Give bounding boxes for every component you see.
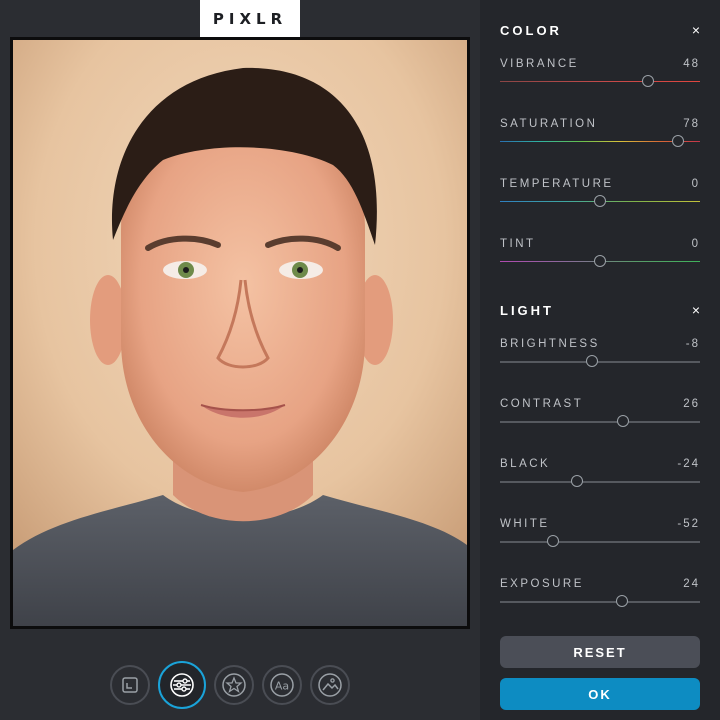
tint-slider[interactable]: TINT 0 (500, 238, 700, 278)
temperature-handle[interactable] (594, 195, 606, 207)
crop-icon (122, 677, 138, 693)
saturation-handle[interactable] (672, 135, 684, 147)
saturation-value: 78 (683, 118, 700, 130)
contrast-track[interactable] (500, 421, 700, 423)
temperature-label: TEMPERATURE (500, 178, 614, 190)
color-section-title: COLOR (500, 22, 562, 38)
contrast-slider[interactable]: CONTRAST 26 (500, 398, 700, 438)
saturation-track[interactable] (500, 141, 700, 142)
ok-button[interactable]: OK (500, 678, 700, 710)
tint-handle[interactable] (594, 255, 606, 267)
exposure-handle[interactable] (616, 595, 628, 607)
saturation-slider[interactable]: SATURATION 78 (500, 118, 700, 158)
brightness-label: BRIGHTNESS (500, 338, 600, 350)
pixlr-logo: PIXLR (200, 0, 300, 38)
contrast-label: CONTRAST (500, 398, 584, 410)
white-label: WHITE (500, 518, 550, 530)
text-icon: Aa (270, 673, 294, 697)
tool-bar: Aa (110, 660, 350, 712)
text-tool-button[interactable]: Aa (262, 665, 302, 705)
contrast-value: 26 (683, 398, 700, 410)
exposure-value: 24 (683, 578, 700, 590)
black-track[interactable] (500, 481, 700, 483)
tint-value: 0 (691, 238, 700, 250)
light-close-icon[interactable]: × (692, 302, 700, 318)
portrait-photo (13, 40, 467, 626)
white-track[interactable] (500, 541, 700, 543)
vibrance-slider[interactable]: VIBRANCE 48 (500, 58, 700, 98)
color-close-icon[interactable]: × (692, 22, 700, 38)
temperature-slider[interactable]: TEMPERATURE 0 (500, 178, 700, 218)
brightness-slider[interactable]: BRIGHTNESS -8 (500, 338, 700, 378)
color-section-header: COLOR × (500, 20, 700, 40)
vibrance-value: 48 (683, 58, 700, 70)
exposure-label: EXPOSURE (500, 578, 584, 590)
image-icon (318, 673, 342, 697)
brightness-track[interactable] (500, 361, 700, 363)
exposure-slider[interactable]: EXPOSURE 24 (500, 578, 700, 618)
saturation-label: SATURATION (500, 118, 598, 130)
exposure-track[interactable] (500, 601, 700, 603)
vibrance-handle[interactable] (642, 75, 654, 87)
light-section-title: LIGHT (500, 302, 554, 318)
sliders-icon (170, 673, 194, 697)
svg-text:Aa: Aa (275, 680, 289, 693)
vibrance-label: VIBRANCE (500, 58, 579, 70)
effects-tool-button[interactable] (214, 665, 254, 705)
white-slider[interactable]: WHITE -52 (500, 518, 700, 558)
adjust-panel: COLOR × VIBRANCE 48 SATURATION 78 TEMPER… (480, 0, 720, 720)
overlay-tool-button[interactable] (310, 665, 350, 705)
editor-canvas-area: PIXLR Aa (0, 0, 480, 720)
crop-tool-button[interactable] (110, 665, 150, 705)
star-icon (222, 673, 246, 697)
tint-label: TINT (500, 238, 536, 250)
light-section-header: LIGHT × (500, 300, 700, 320)
black-label: BLACK (500, 458, 551, 470)
temperature-value: 0 (691, 178, 700, 190)
reset-button[interactable]: RESET (500, 636, 700, 668)
black-handle[interactable] (571, 475, 583, 487)
white-handle[interactable] (547, 535, 559, 547)
brightness-handle[interactable] (586, 355, 598, 367)
contrast-handle[interactable] (617, 415, 629, 427)
black-value: -24 (677, 458, 700, 470)
photo-canvas[interactable] (10, 37, 470, 629)
vibrance-track[interactable] (500, 81, 700, 82)
brightness-value: -8 (685, 338, 700, 350)
black-slider[interactable]: BLACK -24 (500, 458, 700, 498)
white-value: -52 (677, 518, 700, 530)
adjust-tool-button[interactable] (158, 661, 206, 709)
